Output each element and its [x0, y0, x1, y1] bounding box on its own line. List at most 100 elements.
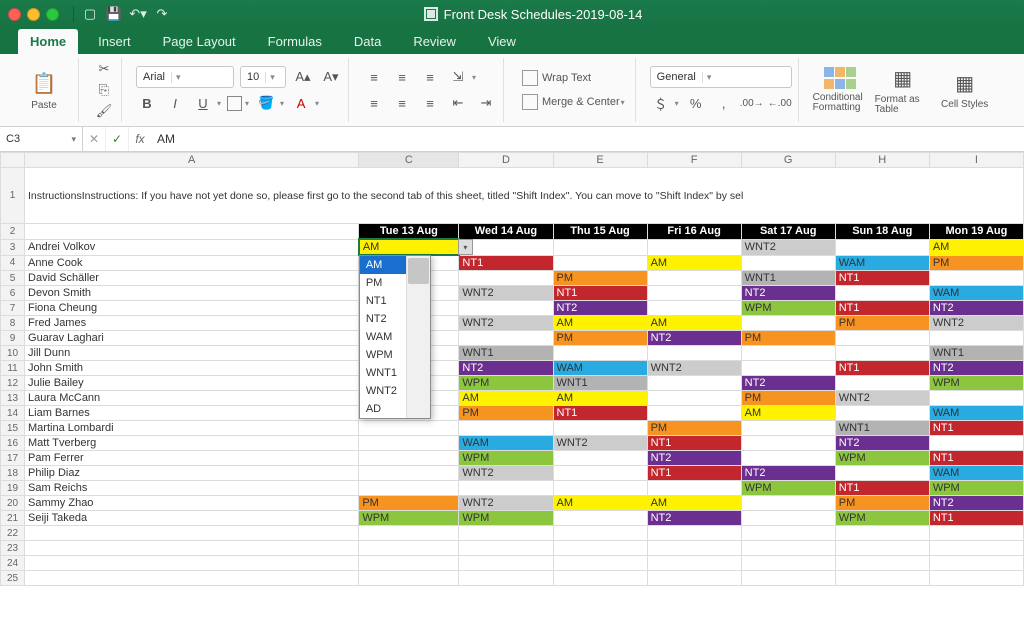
grid-cell[interactable]	[741, 526, 835, 541]
employee-name-cell[interactable]: Devon Smith	[25, 286, 359, 301]
shift-cell[interactable]	[359, 421, 459, 436]
shift-cell[interactable]: WPM	[929, 481, 1023, 496]
save-icon[interactable]: 💾	[106, 6, 122, 22]
instructions-cell[interactable]: InstructionsInstructions: If you have no…	[25, 168, 1024, 224]
shift-cell[interactable]: PM	[835, 496, 929, 511]
shift-cell[interactable]	[647, 376, 741, 391]
shift-cell[interactable]	[741, 436, 835, 451]
tab-review[interactable]: Review	[401, 29, 468, 54]
shift-cell[interactable]	[647, 271, 741, 286]
grid-cell[interactable]	[647, 526, 741, 541]
day-header-cell[interactable]: Tue 13 Aug	[359, 224, 459, 240]
tab-insert[interactable]: Insert	[86, 29, 143, 54]
tab-page-layout[interactable]: Page Layout	[151, 29, 248, 54]
shift-cell[interactable]: WPM	[459, 451, 553, 466]
shift-cell[interactable]: AM	[647, 316, 741, 331]
shift-cell[interactable]: NT2	[647, 331, 741, 346]
grid-cell[interactable]	[553, 556, 647, 571]
shift-cell[interactable]: NT2	[553, 301, 647, 316]
grid-cell[interactable]	[835, 541, 929, 556]
shift-cell[interactable]: NT1	[929, 451, 1023, 466]
tab-formulas[interactable]: Formulas	[256, 29, 334, 54]
shift-cell[interactable]: AM	[929, 239, 1023, 255]
employee-name-cell[interactable]: Martina Lombardi	[25, 421, 359, 436]
day-header-cell[interactable]: Sat 17 Aug	[741, 224, 835, 240]
font-name-combo[interactable]: Arial▾	[136, 66, 234, 88]
fill-color-button[interactable]: 🪣	[255, 92, 277, 114]
shift-cell[interactable]: PM	[835, 316, 929, 331]
shift-cell[interactable]	[553, 421, 647, 436]
comma-icon[interactable]: ,	[713, 92, 735, 114]
shift-cell[interactable]: WAM	[929, 466, 1023, 481]
row-header[interactable]: 21	[1, 511, 25, 526]
shift-cell[interactable]	[741, 511, 835, 526]
grid-cell[interactable]	[929, 556, 1023, 571]
row-header[interactable]: 7	[1, 301, 25, 316]
shift-cell[interactable]: PM	[553, 331, 647, 346]
column-header[interactable]: E	[553, 153, 647, 168]
shift-cell[interactable]: WAM	[929, 406, 1023, 421]
employee-name-cell[interactable]: Laura McCann	[25, 391, 359, 406]
employee-name-cell[interactable]: Pam Ferrer	[25, 451, 359, 466]
paste-button[interactable]: 📋 Paste	[16, 70, 72, 111]
shift-cell[interactable]	[741, 255, 835, 271]
shift-cell[interactable]: NT2	[835, 436, 929, 451]
cell-styles-button[interactable]: ▦ Cell Styles	[937, 70, 993, 111]
shift-cell[interactable]	[741, 361, 835, 376]
grid-cell[interactable]	[835, 526, 929, 541]
employee-name-cell[interactable]: John Smith	[25, 361, 359, 376]
shift-cell[interactable]	[359, 466, 459, 481]
grid-cell[interactable]	[647, 556, 741, 571]
shift-cell[interactable]	[553, 451, 647, 466]
shift-cell[interactable]: NT1	[835, 361, 929, 376]
employee-name-cell[interactable]: Sam Reichs	[25, 481, 359, 496]
shift-cell[interactable]: WNT2	[647, 361, 741, 376]
fx-icon[interactable]: fx	[129, 127, 151, 151]
row-header[interactable]: 25	[1, 571, 25, 586]
employee-name-cell[interactable]: Philip Diaz	[25, 466, 359, 481]
italic-button[interactable]: I	[164, 92, 186, 114]
shift-cell[interactable]	[835, 286, 929, 301]
currency-icon[interactable]: ＄	[650, 92, 672, 114]
shift-cell[interactable]: WNT2	[553, 436, 647, 451]
tab-view[interactable]: View	[476, 29, 528, 54]
tab-data[interactable]: Data	[342, 29, 393, 54]
employee-name-cell[interactable]: David Schäller	[25, 271, 359, 286]
shift-cell[interactable]	[835, 406, 929, 421]
day-header-cell[interactable]: Fri 16 Aug	[647, 224, 741, 240]
shift-cell[interactable]: NT1	[553, 406, 647, 421]
shift-cell[interactable]	[647, 301, 741, 316]
shift-cell[interactable]: WNT1	[553, 376, 647, 391]
employee-name-cell[interactable]: Fiona Cheung	[25, 301, 359, 316]
shift-cell[interactable]	[647, 406, 741, 421]
row-header[interactable]: 8	[1, 316, 25, 331]
shift-cell[interactable]: NT2	[741, 286, 835, 301]
grid-cell[interactable]	[359, 526, 459, 541]
font-color-button[interactable]: A	[290, 92, 312, 114]
borders-button[interactable]	[227, 96, 242, 111]
day-header-cell[interactable]: Wed 14 Aug	[459, 224, 553, 240]
grid-cell[interactable]	[25, 224, 359, 240]
shift-cell[interactable]: NT1	[459, 255, 553, 271]
shift-cell[interactable]	[741, 316, 835, 331]
chevron-down-icon[interactable]: ▾	[280, 99, 284, 108]
column-header[interactable]: I	[929, 153, 1023, 168]
shift-cell[interactable]: WNT1	[459, 346, 553, 361]
grid-cell[interactable]	[647, 571, 741, 586]
shift-cell[interactable]	[741, 496, 835, 511]
cut-icon[interactable]: ✂︎	[93, 60, 115, 77]
shift-cell[interactable]	[835, 376, 929, 391]
wrap-text-button[interactable]: Wrap Text	[518, 68, 629, 88]
shift-cell[interactable]: WNT2	[459, 496, 553, 511]
confirm-entry-icon[interactable]: ✓	[106, 127, 129, 151]
shift-cell[interactable]	[359, 436, 459, 451]
shift-cell[interactable]: WPM	[929, 376, 1023, 391]
format-as-table-button[interactable]: ▦ Format as Table	[875, 65, 931, 116]
row-header[interactable]: 6	[1, 286, 25, 301]
row-header[interactable]: 11	[1, 361, 25, 376]
shift-cell[interactable]	[553, 481, 647, 496]
shift-cell[interactable]: NT1	[835, 271, 929, 286]
window-minimize-icon[interactable]	[27, 8, 40, 21]
shift-cell[interactable]	[835, 331, 929, 346]
row-header[interactable]: 1	[1, 168, 25, 224]
